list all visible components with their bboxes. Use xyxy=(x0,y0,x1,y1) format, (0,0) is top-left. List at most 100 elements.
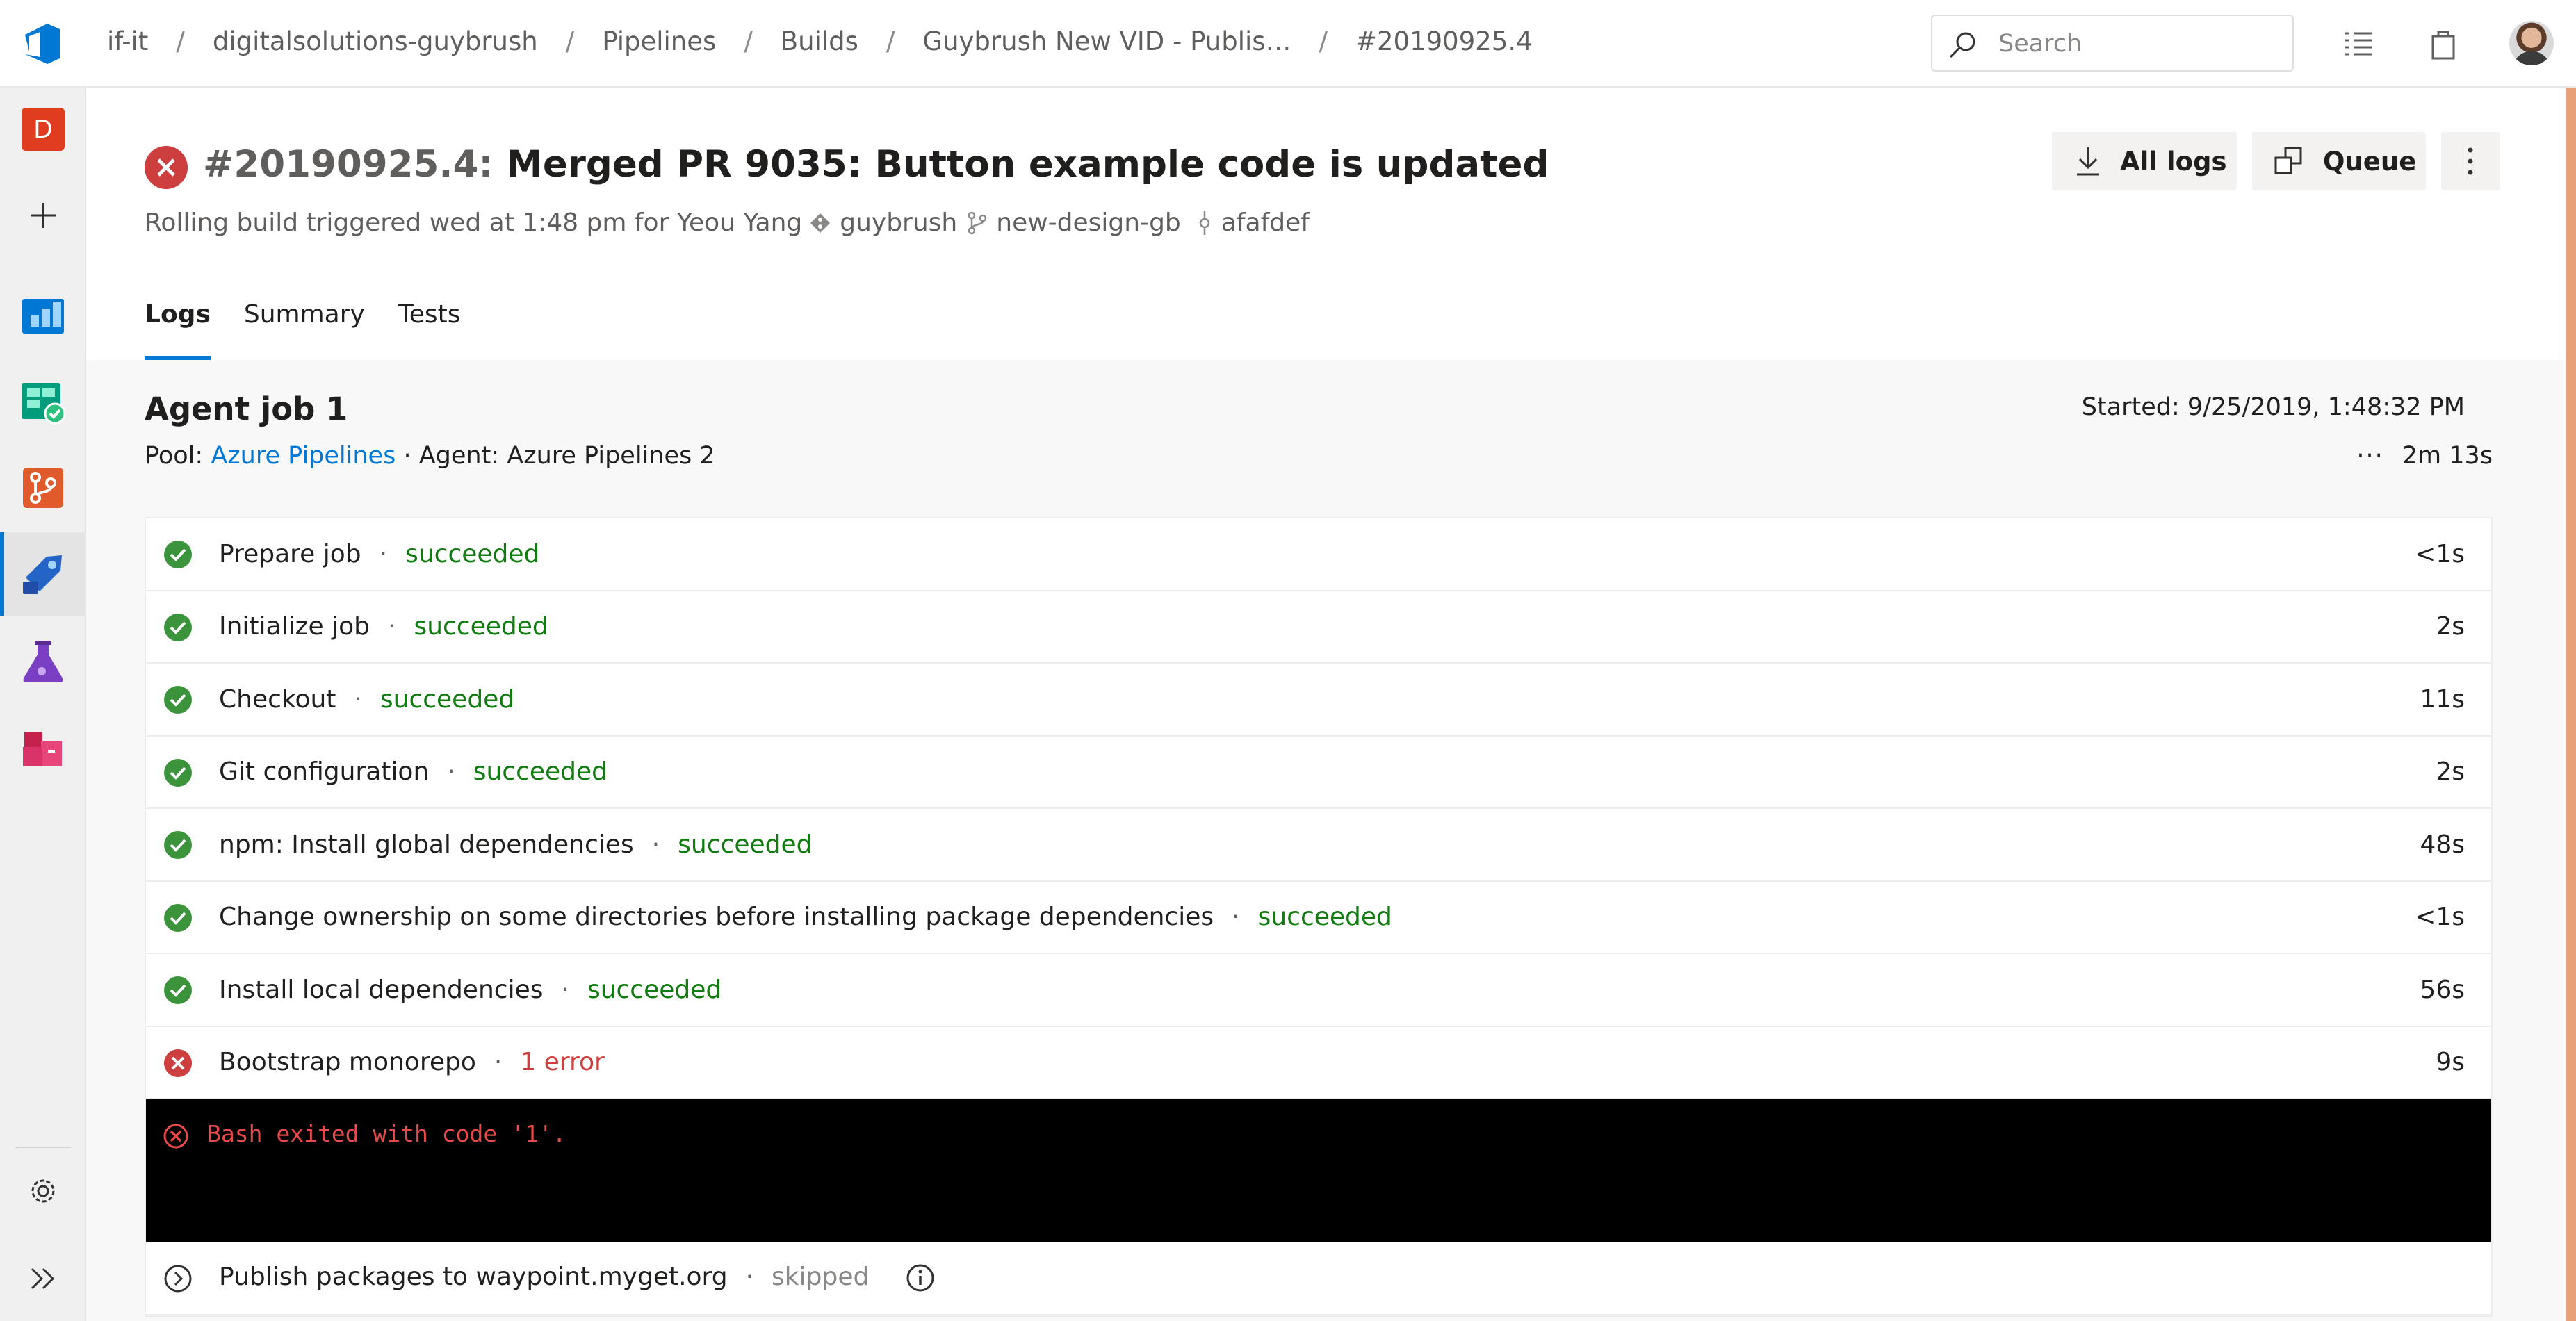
nav-boards[interactable] xyxy=(0,360,86,443)
step-row-failed[interactable]: Bootstrap monorepo · 1 error 9s xyxy=(146,1027,2491,1099)
scrollbar-accent xyxy=(2566,88,2576,1321)
all-logs-button[interactable]: All logs xyxy=(2052,132,2237,190)
queue-button[interactable]: Queue xyxy=(2252,132,2426,190)
check-circle-icon xyxy=(164,613,192,641)
failed-status-icon xyxy=(145,146,188,189)
nav-project-settings[interactable] xyxy=(0,1149,86,1233)
queue-icon xyxy=(2274,147,2302,174)
nav-org[interactable]: D xyxy=(0,88,86,171)
test-plans-icon xyxy=(23,641,63,682)
more-dots-icon[interactable]: ··· xyxy=(2356,442,2383,470)
shopping-bag-icon[interactable] xyxy=(2426,26,2461,61)
breadcrumb-item-project[interactable]: digitalsolutions-guybrush xyxy=(213,26,538,56)
nav-test-plans[interactable] xyxy=(0,620,86,703)
queue-label: Queue xyxy=(2323,146,2417,177)
info-icon[interactable] xyxy=(905,1263,936,1293)
breadcrumb-item-builds[interactable]: Builds xyxy=(781,26,858,56)
step-name-wrap: npm: Install global dependencies · succeed… xyxy=(219,830,813,859)
repo-chip[interactable]: guybrush xyxy=(809,208,957,237)
step-row[interactable]: Install local dependencies · succeeded 56s xyxy=(146,954,2491,1027)
step-duration: 11s xyxy=(2420,684,2465,714)
repo-icon xyxy=(810,213,831,233)
more-vertical-icon xyxy=(2468,147,2473,175)
step-duration: <1s xyxy=(2415,539,2465,568)
step-name: Bootstrap monorepo xyxy=(219,1048,476,1077)
step-name: Git configuration xyxy=(219,757,430,787)
nav-overview[interactable] xyxy=(0,272,86,356)
nav-expand[interactable] xyxy=(0,1237,86,1320)
console-output[interactable]: Bash exited with code '1'. xyxy=(146,1099,2491,1242)
commit-id: afafdef xyxy=(1221,208,1310,237)
nav-artifacts[interactable] xyxy=(0,706,86,789)
step-row[interactable]: npm: Install global dependencies · succeed… xyxy=(146,809,2491,882)
step-status: 1 error xyxy=(520,1048,605,1077)
step-status: succeeded xyxy=(587,975,722,1004)
chevron-circle-icon xyxy=(164,1265,192,1293)
branch-chip[interactable]: new-design-gb xyxy=(967,208,1181,237)
breadcrumb: if-it / digitalsolutions-guybrush / Pipe… xyxy=(107,26,1533,56)
step-row[interactable]: Git configuration · succeeded 2s xyxy=(146,737,2491,809)
double-chevron-right-icon xyxy=(31,1267,55,1290)
nav-pipelines[interactable] xyxy=(0,532,86,616)
console-error-line: Bash exited with code '1'. xyxy=(207,1120,566,1147)
page-title: #20190925.4: Merged PR 9035: Button exam… xyxy=(203,143,1549,186)
pool-link[interactable]: Azure Pipelines xyxy=(211,442,396,470)
tab-tests[interactable]: Tests xyxy=(398,300,461,360)
commit-chip[interactable]: afafdef xyxy=(1196,208,1310,237)
step-row[interactable]: Initialize job · succeeded 2s xyxy=(146,591,2491,664)
step-row[interactable]: Prepare job · succeeded <1s xyxy=(146,518,2491,591)
search-box[interactable] xyxy=(1931,15,2294,72)
check-circle-icon xyxy=(164,831,192,859)
step-list: Prepare job · succeeded <1s Initialize job… xyxy=(145,517,2493,1317)
azure-devops-logo-icon[interactable] xyxy=(19,19,68,68)
search-input[interactable] xyxy=(1998,26,2276,62)
step-name: Publish packages to waypoint.myget.org xyxy=(219,1263,728,1292)
step-name-wrap: Publish packages to waypoint.myget.org · s… xyxy=(219,1263,936,1293)
repo-name: guybrush xyxy=(840,208,958,237)
top-bar: if-it / digitalsolutions-guybrush / Pipe… xyxy=(0,0,2576,88)
breadcrumb-separator: / xyxy=(565,26,575,56)
step-status: succeeded xyxy=(1257,903,1392,932)
all-logs-label: All logs xyxy=(2120,146,2227,177)
boards-icon xyxy=(22,383,66,425)
pipelines-icon xyxy=(23,555,62,594)
nav-add[interactable] xyxy=(0,174,86,257)
step-duration: 2s xyxy=(2436,612,2465,641)
nav-repos[interactable] xyxy=(0,446,86,530)
check-circle-icon xyxy=(164,541,192,568)
step-row[interactable]: Change ownership on some directories bef… xyxy=(146,882,2491,954)
plus-icon xyxy=(31,203,56,228)
step-name: Prepare job xyxy=(219,539,361,568)
breadcrumb-item-build[interactable]: #20190925.4 xyxy=(1355,26,1533,56)
breadcrumb-item-pipeline[interactable]: Guybrush New VID - Publis… xyxy=(922,26,1291,56)
more-actions-button[interactable] xyxy=(2441,132,2500,190)
step-row[interactable]: Checkout · succeeded 11s xyxy=(146,664,2491,737)
step-row-skipped[interactable]: Publish packages to waypoint.myget.org · s… xyxy=(146,1242,2491,1315)
search-icon xyxy=(1949,32,1975,58)
tab-logs[interactable]: Logs xyxy=(145,300,211,360)
step-duration: <1s xyxy=(2415,903,2465,932)
gear-icon xyxy=(31,1179,55,1203)
step-name: npm: Install global dependencies xyxy=(219,830,634,859)
step-status: succeeded xyxy=(473,757,608,787)
branch-name: new-design-gb xyxy=(996,208,1181,237)
step-name: Initialize job xyxy=(219,612,370,641)
artifacts-icon xyxy=(23,732,62,766)
trigger-text: Rolling build triggered wed at 1:48 pm f… xyxy=(145,208,803,237)
avatar[interactable] xyxy=(2509,21,2554,65)
step-duration: 9s xyxy=(2436,1048,2465,1077)
step-duration: 2s xyxy=(2436,757,2465,787)
error-circle-icon xyxy=(164,1049,192,1077)
step-name-wrap: Change ownership on some directories bef… xyxy=(219,903,1392,932)
tab-summary[interactable]: Summary xyxy=(244,300,365,360)
step-name-wrap: Checkout · succeeded xyxy=(219,684,515,714)
task-list-icon[interactable] xyxy=(2341,26,2376,61)
breadcrumb-item-pipelines[interactable]: Pipelines xyxy=(602,26,716,56)
branch-icon xyxy=(968,211,987,234)
step-name-wrap: Install local dependencies · succeeded xyxy=(219,975,722,1004)
step-name: Change ownership on some directories bef… xyxy=(219,903,1214,932)
step-name-wrap: Bootstrap monorepo · 1 error xyxy=(219,1048,605,1077)
build-number: #20190925.4: xyxy=(203,143,494,186)
breadcrumb-item-org[interactable]: if-it xyxy=(107,26,148,56)
step-name: Install local dependencies xyxy=(219,975,544,1004)
